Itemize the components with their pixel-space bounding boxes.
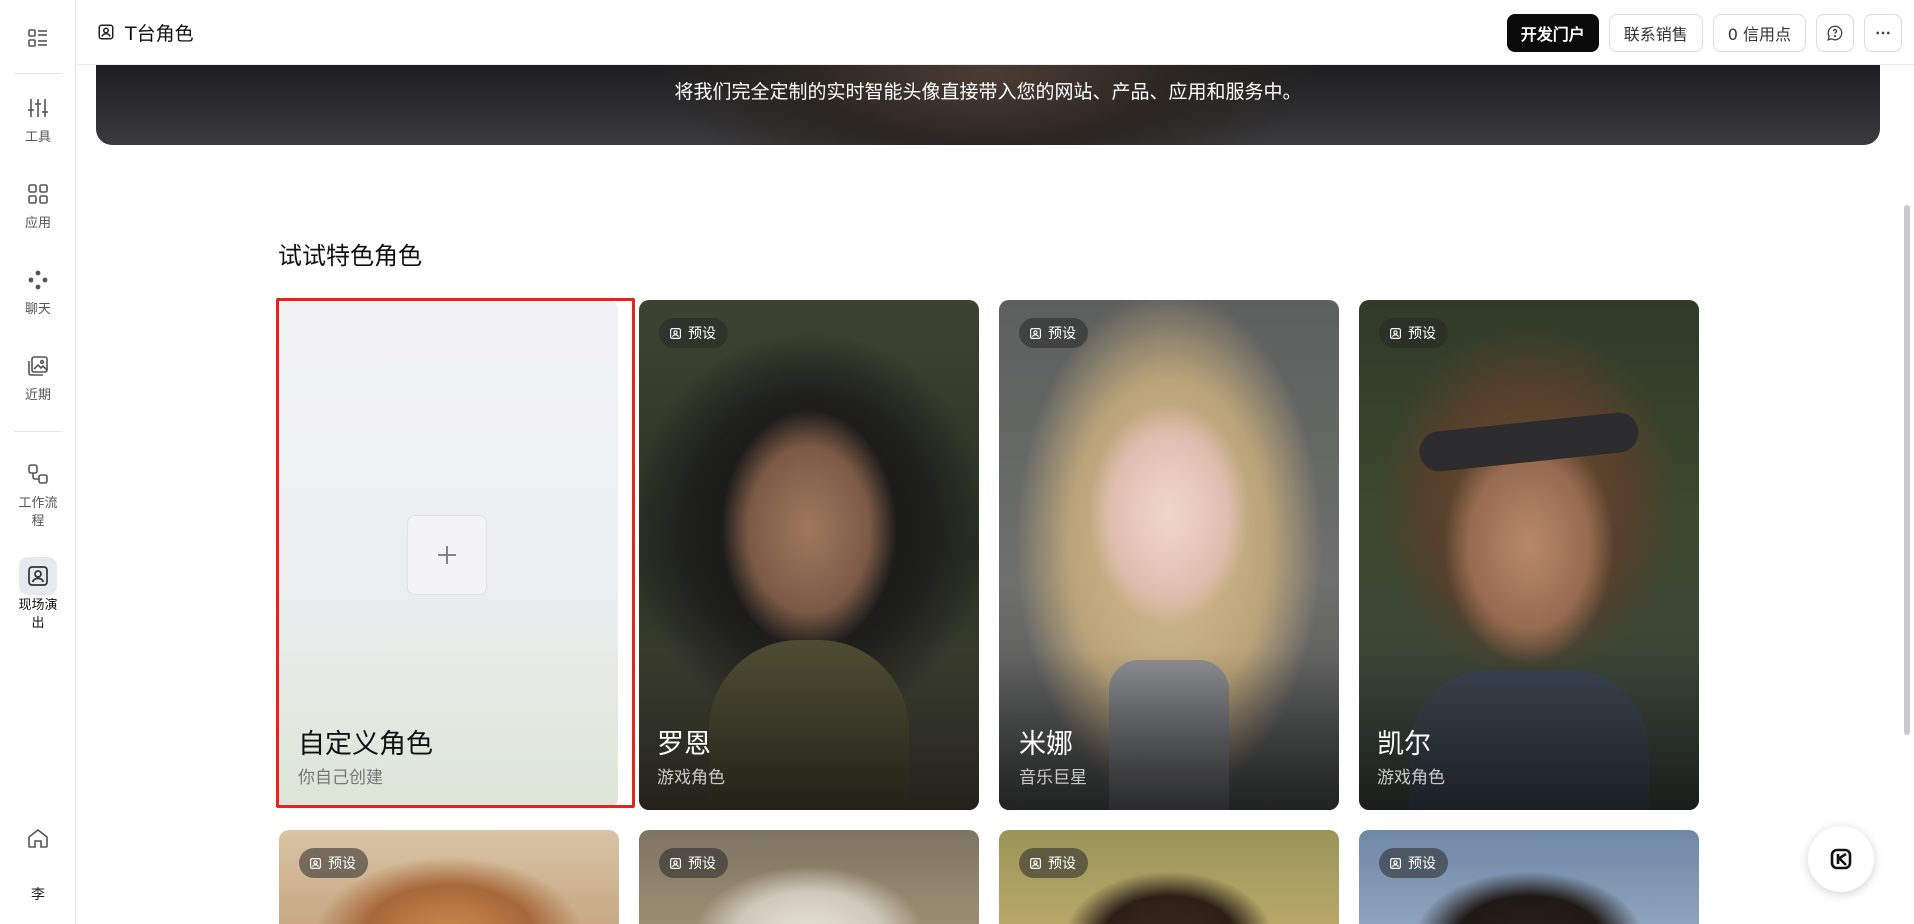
preset-badge: 预设	[659, 848, 728, 878]
sidebar-item-label: 工作流程	[18, 496, 58, 529]
live-performance-icon	[19, 557, 57, 595]
dev-portal-button[interactable]: 开发门户	[1506, 14, 1599, 52]
avatar-frame-icon	[670, 327, 681, 339]
apps-grid-icon	[19, 175, 57, 213]
character-card-mina[interactable]: 预设 米娜 音乐巨星	[999, 300, 1339, 810]
chat-dots-icon	[19, 261, 57, 299]
badge-label: 预设	[688, 856, 716, 872]
top-header: T台角色 开发门户 联系销售 0 信用点	[77, 0, 1914, 65]
badge-label: 预设	[688, 326, 716, 342]
card-name: 自定义角色	[298, 729, 433, 760]
avatar-initial: 李	[31, 887, 45, 903]
badge-label: 预设	[1408, 856, 1436, 872]
badge-label: 预设	[1408, 326, 1436, 342]
sidebar-item-label: 工具	[24, 130, 51, 145]
sidebar-divider	[14, 431, 62, 432]
character-card-ron[interactable]: 预设 罗恩 游戏角色	[639, 300, 979, 810]
card-subtitle: 你自己创建	[298, 768, 383, 788]
sidebar-toggle-button[interactable]	[0, 20, 76, 56]
sidebar: 工具 应用 聊天 近期 工作流程 现场演出 李	[0, 0, 76, 924]
recent-image-icon	[19, 347, 57, 385]
character-card-cat[interactable]: 预设	[279, 830, 619, 924]
contact-sales-button[interactable]: 联系销售	[1608, 14, 1703, 52]
sidebar-menu-icon	[28, 29, 47, 47]
character-portrait-bandana	[1417, 410, 1641, 474]
sidebar-item-recent[interactable]: 近期	[0, 347, 76, 405]
character-card-kyle[interactable]: 预设 凯尔 游戏角色	[1359, 300, 1699, 810]
hero-text: 将我们完全定制的实时智能头像直接带入您的网站、产品、应用和服务中。	[674, 81, 1302, 103]
workflow-icon	[19, 455, 57, 493]
badge-label: 预设	[1048, 326, 1076, 342]
avatar-frame-icon	[1030, 327, 1041, 339]
more-options-button[interactable]	[1864, 14, 1902, 52]
add-character-button[interactable]	[407, 515, 487, 595]
preset-badge: 预设	[1379, 848, 1448, 878]
chat-question-icon	[1827, 25, 1843, 41]
custom-character-card[interactable]: 自定义角色 你自己创建	[278, 300, 618, 808]
brand-logo-icon	[1830, 848, 1852, 870]
sidebar-item-label: 聊天	[24, 302, 51, 317]
hero-banner: 将我们完全定制的实时智能头像直接带入您的网站、产品、应用和服务中。	[96, 65, 1880, 145]
card-subtitle: 音乐巨星	[1019, 768, 1087, 788]
sidebar-item-apps[interactable]: 应用	[0, 175, 76, 233]
badge-label: 预设	[1048, 856, 1076, 872]
page-title: T台角色	[125, 22, 194, 45]
sidebar-divider	[14, 73, 62, 74]
tools-sliders-icon	[19, 89, 57, 127]
preset-badge: 预设	[1019, 848, 1088, 878]
avatar-frame-icon	[1390, 857, 1401, 869]
home-button[interactable]	[0, 826, 76, 850]
card-subtitle: 游戏角色	[1377, 768, 1445, 788]
home-icon	[28, 828, 48, 848]
section-title: 试试特色角色	[278, 242, 422, 270]
avatar-frame-icon	[98, 24, 114, 40]
sidebar-item-label: 近期	[24, 388, 51, 403]
preset-badge: 预设	[1019, 318, 1088, 348]
avatar-frame-icon	[1030, 857, 1041, 869]
sidebar-item-live[interactable]: 现场演出	[0, 557, 76, 633]
preset-badge: 预设	[659, 318, 728, 348]
preset-badge: 预设	[299, 848, 368, 878]
badge-label: 预设	[328, 856, 356, 872]
sidebar-item-chat[interactable]: 聊天	[0, 261, 76, 319]
sidebar-item-tools[interactable]: 工具	[0, 89, 76, 147]
character-card-elder[interactable]: 预设	[639, 830, 979, 924]
sidebar-item-workflow[interactable]: 工作流程	[0, 455, 76, 531]
character-card-person3[interactable]: 预设	[999, 830, 1339, 924]
avatar-frame-icon	[670, 857, 681, 869]
floating-app-button[interactable]	[1808, 826, 1874, 892]
card-name: 罗恩	[657, 729, 711, 760]
preset-badge: 预设	[1379, 318, 1448, 348]
plus-icon	[438, 546, 456, 564]
sidebar-item-label: 应用	[24, 216, 51, 231]
card-subtitle: 游戏角色	[657, 768, 725, 788]
user-avatar[interactable]: 李	[0, 884, 76, 904]
avatar-frame-icon	[310, 857, 321, 869]
sidebar-item-label: 现场演出	[18, 598, 58, 631]
card-name: 米娜	[1019, 729, 1073, 760]
character-card-person4[interactable]: 预设	[1359, 830, 1699, 924]
page-scrollbar[interactable]	[1904, 205, 1910, 735]
more-dots-icon	[1876, 31, 1890, 35]
feedback-button[interactable]	[1816, 14, 1854, 52]
card-name: 凯尔	[1377, 729, 1431, 760]
avatar-frame-icon	[1390, 327, 1401, 339]
credits-button[interactable]: 0 信用点	[1712, 14, 1806, 52]
